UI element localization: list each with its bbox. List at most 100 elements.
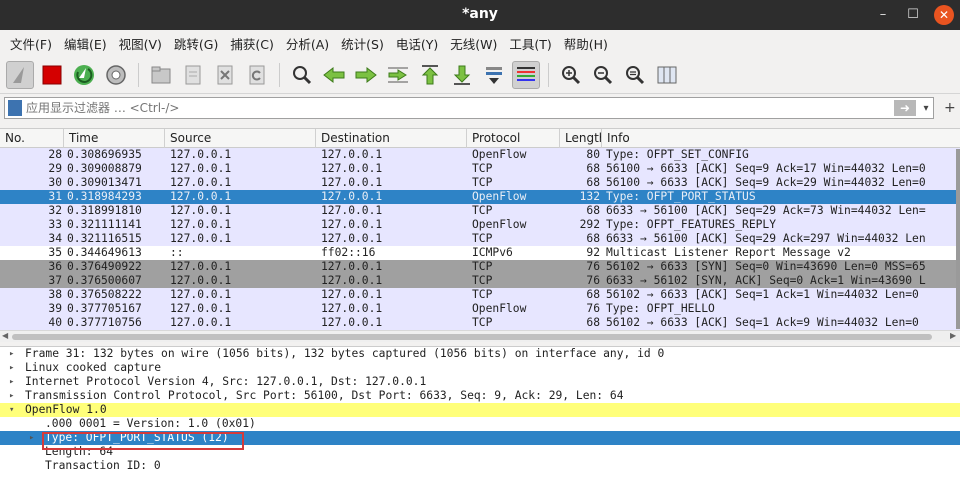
menu-help[interactable]: 帮助(H) (558, 34, 614, 53)
arrow-left-icon (323, 66, 345, 83)
add-filter-button[interactable]: + (944, 100, 956, 116)
collapsed-arrow-icon[interactable]: ▸ (9, 375, 14, 389)
filter-history-dropdown[interactable]: ▾ (919, 103, 933, 114)
detail-text: OpenFlow 1.0 (25, 403, 107, 416)
packet-src-cell: 127.0.0.1 (170, 176, 232, 189)
find-packet-button[interactable] (288, 61, 316, 89)
hscroll-thumb[interactable] (12, 334, 932, 340)
column-source[interactable]: Source (165, 129, 316, 148)
packet-src-cell: 127.0.0.1 (170, 162, 232, 175)
open-file-button[interactable] (147, 61, 175, 89)
packet-info-cell: Type: OFPT_SET_CONFIG (606, 148, 749, 161)
minimize-button[interactable]: – (873, 5, 893, 25)
packet-dst-cell: 127.0.0.1 (321, 162, 383, 175)
menu-view[interactable]: 视图(V) (113, 34, 168, 53)
detail-tree-item[interactable]: ▸ Internet Protocol Version 4, Src: 127.0… (0, 375, 960, 389)
detail-text: .000 0001 = Version: 1.0 (0x01) (45, 417, 256, 430)
packet-row[interactable]: 30 0.309013471 127.0.0.1 127.0.0.1 TCP 68 5610… (0, 176, 960, 190)
column-destination[interactable]: Destination (316, 129, 467, 148)
zoom-reset-icon (626, 65, 645, 84)
column-protocol[interactable]: Protocol (467, 129, 560, 148)
start-capture-button[interactable] (6, 60, 34, 89)
bookmark-icon[interactable] (8, 100, 22, 116)
detail-text: Internet Protocol Version 4, Src: 127.0.… (25, 375, 427, 388)
packet-time-cell: 0.377705167 (67, 302, 142, 315)
column-time[interactable]: Time (64, 129, 165, 148)
packet-len-cell: 80 (586, 148, 600, 161)
maximize-button[interactable]: ☐ (903, 5, 923, 25)
colorize-button[interactable] (512, 60, 540, 89)
packet-dst-cell: ff02::16 (321, 246, 376, 259)
menu-wireless[interactable]: 无线(W) (444, 34, 503, 53)
normal-size-button[interactable] (621, 61, 649, 89)
menu-go[interactable]: 跳转(G) (168, 34, 224, 53)
scroll-left-icon[interactable]: ◀ (2, 331, 8, 340)
packet-len-cell: 68 (586, 176, 600, 189)
display-filter-box: ➜ ▾ (4, 97, 934, 119)
collapsed-arrow-icon[interactable]: ▸ (9, 347, 14, 361)
column-length[interactable]: Length (560, 129, 602, 148)
menu-analyze[interactable]: 分析(A) (280, 34, 335, 53)
packet-row[interactable]: 28 0.308696935 127.0.0.1 127.0.0.1 OpenFlow 8… (0, 148, 960, 162)
collapsed-arrow-icon[interactable]: ▸ (29, 431, 34, 445)
display-filter-input[interactable] (26, 101, 894, 115)
packet-len-cell: 68 (586, 288, 600, 301)
menu-file[interactable]: 文件(F) (4, 34, 58, 53)
menu-capture[interactable]: 捕获(C) (224, 34, 279, 53)
packet-row[interactable]: 36 0.376490922 127.0.0.1 127.0.0.1 TCP 76 5610… (0, 260, 960, 274)
go-to-packet-button[interactable] (384, 61, 412, 89)
go-forward-button[interactable] (352, 61, 380, 89)
detail-tree-item[interactable]: .000 0001 = Version: 1.0 (0x01) (0, 417, 960, 431)
last-packet-button[interactable] (448, 61, 476, 89)
packet-no-cell: 39 (48, 302, 62, 315)
packet-list-hscrollbar[interactable]: ◀ ▶ (0, 330, 960, 342)
column-no[interactable]: No. (0, 129, 64, 148)
column-info[interactable]: Info (602, 129, 960, 148)
packet-list-scrollbar[interactable] (956, 149, 960, 329)
restart-capture-button[interactable] (70, 61, 98, 89)
packet-info-cell: 56100 → 6633 [ACK] Seq=9 Ack=17 Win=4403… (606, 162, 926, 175)
detail-tree-item[interactable]: Transaction ID: 0 (0, 459, 960, 473)
detail-tree-item[interactable]: ▸ Transmission Control Protocol, Src Port… (0, 389, 960, 403)
packet-proto-cell: TCP (472, 288, 493, 301)
packet-row[interactable]: 37 0.376500607 127.0.0.1 127.0.0.1 TCP 76 6633… (0, 274, 960, 288)
packet-row[interactable]: 29 0.309008879 127.0.0.1 127.0.0.1 TCP 68 5610… (0, 162, 960, 176)
packet-row[interactable]: 32 0.318991810 127.0.0.1 127.0.0.1 TCP 68 6633… (0, 204, 960, 218)
close-file-button[interactable] (211, 61, 239, 89)
menu-tools[interactable]: 工具(T) (503, 34, 557, 53)
packet-row[interactable]: 34 0.321116515 127.0.0.1 127.0.0.1 TCP 68 6633… (0, 232, 960, 246)
packet-row[interactable]: 35 0.344649613:: ff02::16 ICMPv6 92 Multicast… (0, 246, 960, 260)
stop-capture-button[interactable] (38, 61, 66, 89)
zoom-in-button[interactable] (557, 61, 585, 89)
collapsed-arrow-icon[interactable]: ▸ (9, 361, 14, 375)
detail-tree-item[interactable]: ▸ Linux cooked capture (0, 361, 960, 375)
first-packet-button[interactable] (416, 61, 444, 89)
menu-statistics[interactable]: 统计(S) (335, 34, 390, 53)
save-file-button[interactable] (179, 61, 207, 89)
packet-row[interactable]: 39 0.377705167 127.0.0.1 127.0.0.1 OpenFlow 7… (0, 302, 960, 316)
zoom-out-button[interactable] (589, 61, 617, 89)
packet-src-cell: :: (170, 246, 184, 259)
menu-telephony[interactable]: 电话(Y) (390, 34, 444, 53)
packet-row[interactable]: 38 0.376508222 127.0.0.1 127.0.0.1 TCP 68 5610… (0, 288, 960, 302)
resize-columns-button[interactable] (653, 61, 681, 89)
detail-tree-item[interactable]: ▸ Frame 31: 132 bytes on wire (1056 bits)… (0, 347, 960, 361)
close-button[interactable]: ✕ (934, 5, 954, 25)
highlight-box (42, 432, 244, 450)
packet-dst-cell: 127.0.0.1 (321, 316, 383, 329)
packet-row[interactable]: 40 0.377710756 127.0.0.1 127.0.0.1 TCP 68 5610… (0, 316, 960, 330)
auto-scroll-button[interactable] (480, 61, 508, 89)
packet-row[interactable]: 31 0.318984293 127.0.0.1 127.0.0.1 OpenFlow 1… (0, 190, 960, 204)
go-back-button[interactable] (320, 61, 348, 89)
menu-edit[interactable]: 编辑(E) (58, 34, 113, 53)
capture-options-button[interactable] (102, 61, 130, 89)
apply-filter-button[interactable]: ➜ (894, 100, 916, 116)
packet-row[interactable]: 33 0.321111141 127.0.0.1 127.0.0.1 OpenFlow 2… (0, 218, 960, 232)
expanded-arrow-icon[interactable]: ▾ (9, 403, 14, 417)
detail-tree-item[interactable]: ▾ OpenFlow 1.0 (0, 403, 960, 417)
reload-file-button[interactable] (243, 61, 271, 89)
collapsed-arrow-icon[interactable]: ▸ (9, 389, 14, 403)
scroll-right-icon[interactable]: ▶ (950, 331, 956, 340)
packet-no-cell: 37 (48, 274, 62, 287)
packet-len-cell: 68 (586, 162, 600, 175)
